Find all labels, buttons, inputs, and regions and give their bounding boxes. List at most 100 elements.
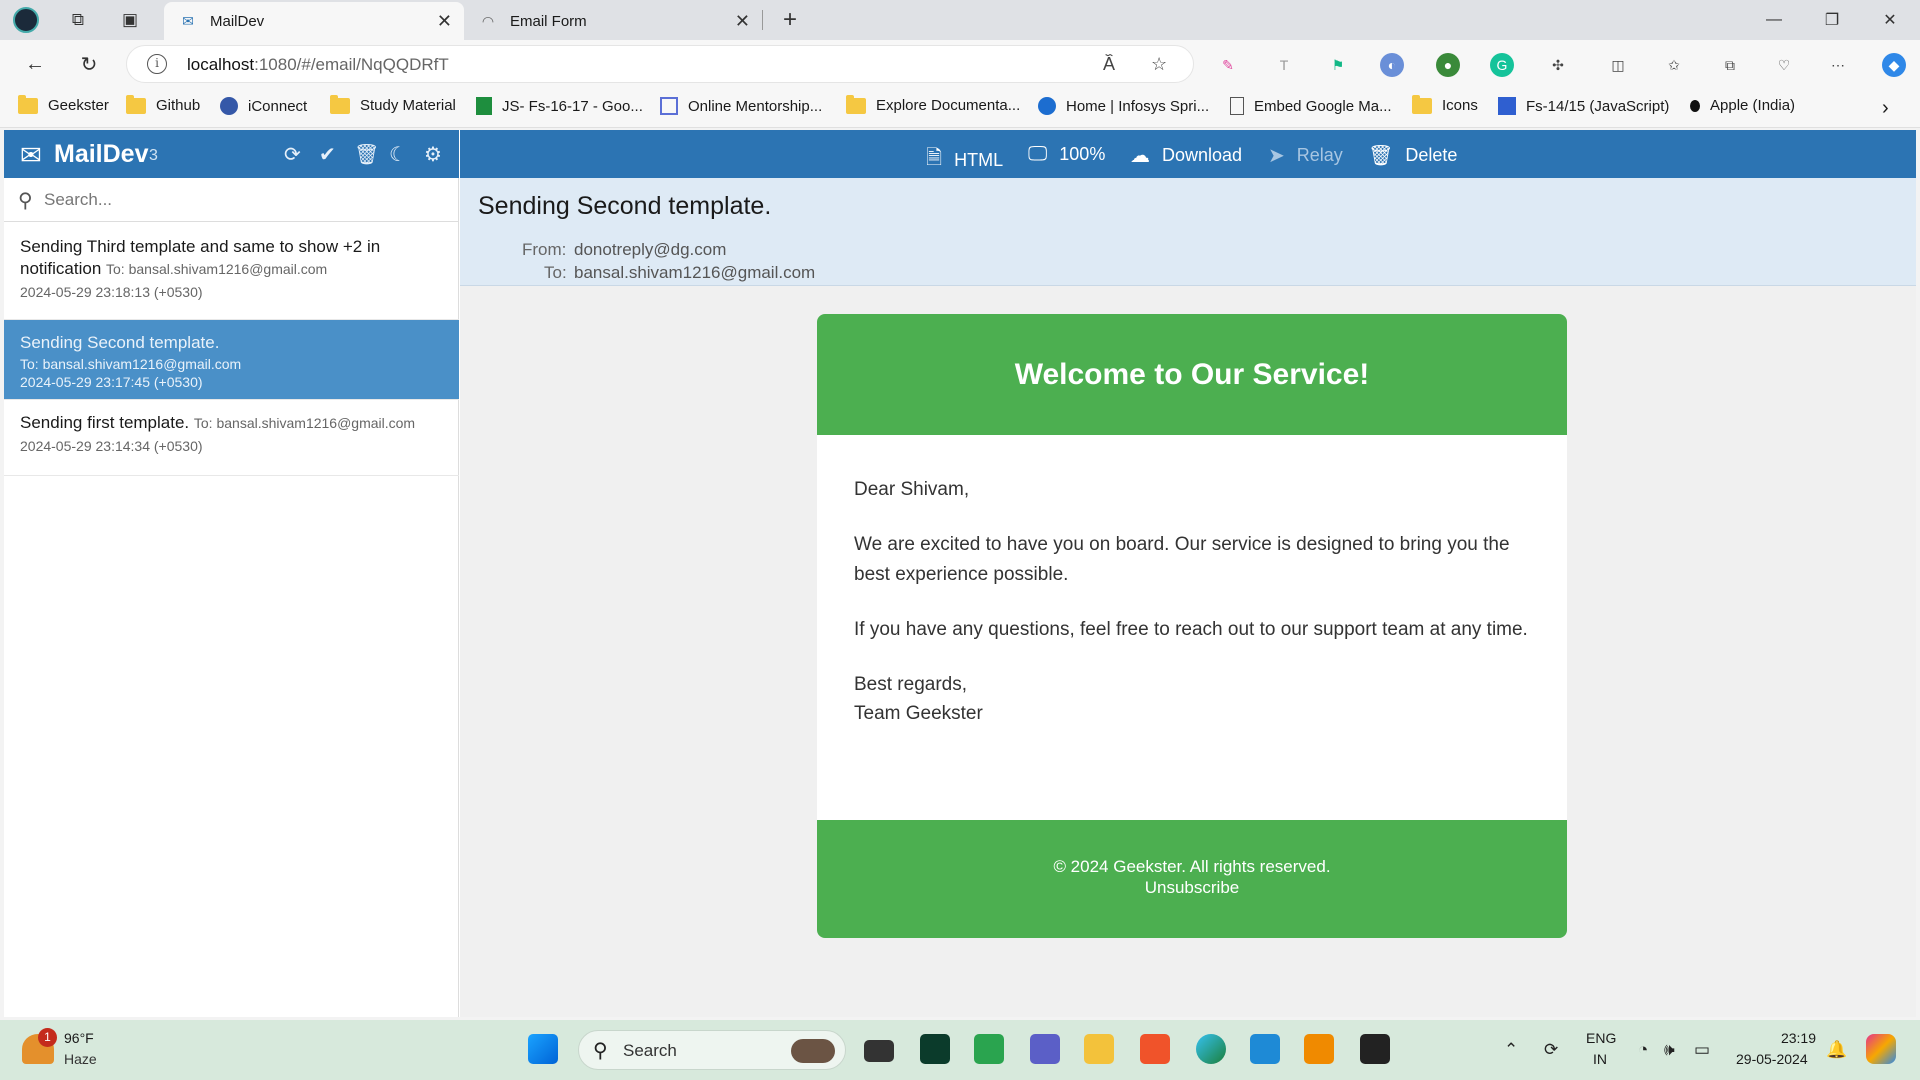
extension-globe-icon[interactable]: ●: [1436, 53, 1460, 77]
minimize-icon[interactable]: —: [1746, 0, 1802, 40]
bookmark-github[interactable]: Github: [126, 94, 200, 114]
folder-icon: [1412, 94, 1432, 114]
email-subject: Sending Second template.: [20, 333, 220, 352]
close-tab-icon[interactable]: ✕: [735, 11, 750, 32]
edge-browser-icon[interactable]: [1196, 1034, 1226, 1064]
extension-circle-icon[interactable]: ◐: [1380, 53, 1404, 77]
email-toolbar: 🗎 HTML 🖵 100% ☁ Download ➤ Relay 🗑 Delete: [460, 130, 1916, 178]
email-greeting: Dear Shivam,: [854, 479, 970, 500]
volume-icon[interactable]: 🕪: [1664, 1040, 1675, 1060]
address-bar[interactable]: i localhost:1080/#/email/NqQQDRfT A᷈ ☆: [126, 45, 1194, 83]
new-tab-icon[interactable]: +: [776, 6, 804, 34]
close-tab-icon[interactable]: ✕: [437, 11, 452, 32]
relay-button[interactable]: ➤ Relay: [1268, 143, 1343, 168]
input-region[interactable]: IN: [1593, 1051, 1607, 1067]
windows-start-icon[interactable]: [528, 1034, 558, 1064]
trash-icon: 🗑: [1368, 145, 1394, 167]
bookmark-js-sheet[interactable]: JS- Fs-16-17 - Goo...: [476, 97, 643, 115]
read-aloud-icon[interactable]: A᷈: [1103, 54, 1115, 75]
bookmark-embed-maps[interactable]: Embed Google Ma...: [1230, 97, 1392, 115]
mark-all-read-icon[interactable]: ✔: [319, 142, 336, 167]
email-date: 2024-05-29 23:14:34 (+0530): [20, 438, 203, 454]
email-list-item-selected[interactable]: Sending Second template. To: bansal.shiv…: [4, 320, 459, 400]
bookmarks-bar: Geekster Github iConnect Study Material …: [0, 88, 1920, 128]
paper-plane-icon: ➤: [1268, 145, 1285, 167]
profile-avatar-icon[interactable]: [12, 6, 40, 34]
delete-all-icon[interactable]: 🗑: [354, 142, 379, 167]
favorite-star-icon[interactable]: ☆: [1151, 54, 1167, 75]
bookmark-apple-india[interactable]: Apple (India): [1686, 97, 1795, 114]
taskbar-search[interactable]: ⚲ Search: [578, 1030, 846, 1070]
vscode-icon[interactable]: [1250, 1034, 1280, 1064]
kiro-app-icon[interactable]: [920, 1034, 950, 1064]
refresh-icon[interactable]: ⟳: [284, 142, 301, 167]
bookmark-online-mentorship[interactable]: Online Mentorship...: [660, 97, 822, 115]
email-meta: Sending Second template. From: donotrepl…: [460, 178, 1916, 286]
email-signoff: Best regards, Team Geekster: [854, 674, 983, 724]
more-options-icon[interactable]: ⋯: [1826, 53, 1850, 77]
clock-time[interactable]: 23:19: [1780, 1030, 1816, 1046]
extension-text-icon[interactable]: T: [1272, 53, 1296, 77]
reload-icon[interactable]: ↻: [74, 49, 104, 79]
weather-temperature[interactable]: 96°F: [64, 1030, 94, 1046]
weather-condition[interactable]: Haze: [64, 1051, 97, 1067]
navigation-bar: ← ↻ i localhost:1080/#/email/NqQQDRfT A᷈…: [0, 40, 1920, 88]
close-window-icon[interactable]: ✕: [1862, 0, 1918, 40]
browser-essentials-icon[interactable]: ♡: [1772, 53, 1796, 77]
clock-date[interactable]: 29-05-2024: [1736, 1051, 1808, 1067]
battery-icon[interactable]: ▭: [1694, 1040, 1710, 1060]
bookmark-study-material[interactable]: Study Material: [330, 94, 456, 114]
teams-icon[interactable]: [1030, 1034, 1060, 1064]
email-list-item[interactable]: Sending first template. To: bansal.shiva…: [4, 400, 459, 476]
notification-bell-icon[interactable]: 🔔: [1826, 1040, 1847, 1060]
settings-gear-icon[interactable]: ⚙: [424, 142, 442, 167]
wifi-icon[interactable]: ◔: [1638, 1040, 1648, 1060]
extension-pen-icon[interactable]: ✎: [1216, 53, 1240, 77]
file-explorer-icon[interactable]: [1084, 1034, 1114, 1064]
search-bar: ⚲: [4, 178, 459, 222]
terminal-icon[interactable]: [1360, 1034, 1390, 1064]
bookmark-geekster[interactable]: Geekster: [18, 94, 109, 114]
dark-mode-moon-icon[interactable]: ☾: [389, 142, 407, 167]
favorites-icon[interactable]: ✩: [1662, 53, 1686, 77]
input-language[interactable]: ENG: [1586, 1030, 1616, 1046]
zoom-button[interactable]: 🖵 100%: [1028, 143, 1105, 166]
bookmark-explore-docs[interactable]: Explore Documenta...: [846, 94, 1020, 114]
search-input[interactable]: [44, 186, 444, 214]
meet-app-icon[interactable]: [974, 1034, 1004, 1064]
tab-actions-icon[interactable]: ▣: [116, 6, 144, 34]
task-view-icon[interactable]: [864, 1040, 894, 1062]
email-paragraph: We are excited to have you on board. Our…: [854, 534, 1510, 585]
vlc-icon[interactable]: [1304, 1034, 1334, 1064]
grammarly-icon[interactable]: G: [1490, 53, 1514, 77]
more-bookmarks-chevron-icon[interactable]: ›: [1882, 97, 1889, 120]
bookmark-fs-javascript[interactable]: Fs-14/15 (JavaScript): [1498, 97, 1669, 115]
email-list-item[interactable]: Sending Third template and same to show …: [4, 222, 459, 320]
site-icon: [1038, 97, 1056, 115]
html-button[interactable]: 🗎 HTML: [926, 143, 1003, 177]
tab-email-form[interactable]: ◠ Email Form ✕: [464, 2, 762, 40]
bookmark-iconnect[interactable]: iConnect: [220, 97, 307, 115]
workspaces-icon[interactable]: ⧉: [64, 6, 92, 34]
split-screen-icon[interactable]: ◫: [1606, 53, 1630, 77]
app-title: MailDev: [54, 140, 149, 168]
brave-browser-icon[interactable]: [1140, 1034, 1170, 1064]
sync-icon[interactable]: ⟳: [1544, 1040, 1558, 1060]
email-subject: Sending first template.: [20, 413, 190, 432]
unsubscribe-link[interactable]: Unsubscribe: [817, 877, 1567, 898]
bookmark-infosys[interactable]: Home | Infosys Spri...: [1038, 97, 1209, 115]
tab-maildev[interactable]: ✉ MailDev ✕: [164, 2, 464, 40]
restore-icon[interactable]: ❐: [1804, 0, 1860, 40]
copilot-taskbar-icon[interactable]: [1866, 1034, 1896, 1064]
copilot-icon[interactable]: ◆: [1882, 53, 1906, 77]
collections-icon[interactable]: ⧉: [1718, 53, 1742, 77]
download-button[interactable]: ☁ Download: [1130, 143, 1242, 168]
show-hidden-icons-chevron-icon[interactable]: ⌃: [1504, 1040, 1518, 1060]
delete-button[interactable]: 🗑 Delete: [1368, 143, 1457, 168]
extension-bird-icon[interactable]: ⚑: [1326, 53, 1350, 77]
extensions-puzzle-icon[interactable]: ✣: [1546, 53, 1570, 77]
site-info-icon[interactable]: i: [147, 54, 167, 74]
back-arrow-icon[interactable]: ←: [20, 49, 50, 79]
bookmark-icons[interactable]: Icons: [1412, 94, 1478, 114]
url-text[interactable]: localhost:1080/#/email/NqQQDRfT: [187, 55, 449, 75]
